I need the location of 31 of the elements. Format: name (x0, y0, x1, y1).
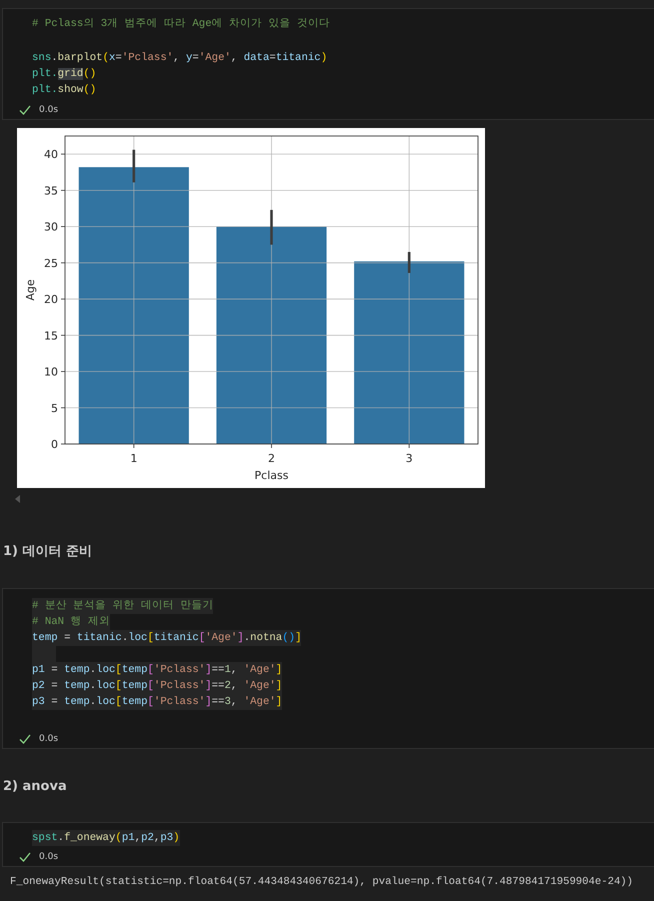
y-tick-label: 20 (44, 293, 58, 306)
x-tick-label: 3 (406, 452, 413, 465)
code-line: plt.grid() (32, 67, 96, 82)
y-tick-label: 40 (44, 148, 58, 162)
y-axis-title: Age (24, 279, 37, 301)
cell-output: F_onewayResult(statistic=np.float64(57.443484340676214), pvalue=np.float64(7.487984171959904e-24)) (9, 875, 634, 890)
code-line: # Pclass의 3개 범주에 따라 Age에 차이가 있을 것이다 (32, 17, 330, 32)
x-tick-label: 2 (268, 452, 275, 465)
error-bar (132, 150, 136, 182)
y-tick-label: 15 (44, 329, 58, 342)
error-bar (408, 252, 410, 273)
execution-time: 0.0s (39, 852, 58, 862)
section-heading: 1) 데이터 준비 (3, 543, 94, 561)
x-axis-title: Pclass (254, 469, 288, 482)
y-tick-label: 35 (44, 184, 58, 198)
section-heading: 2) anova (3, 778, 68, 796)
error-bar (270, 210, 273, 245)
code-cell[interactable]: spst.f_oneway(p1,p2,p3) 0.0s (2, 822, 654, 867)
y-tick-label: 5 (51, 402, 58, 415)
code-cell[interactable]: # Pclass의 3개 범주에 따라 Age에 차이가 있을 것이다 sns.barplot(x='Pclass', y='Age', data=titanic) plt.grid() plt.show() 0.0s (2, 8, 654, 120)
execution-time: 0.0s (39, 105, 58, 115)
y-tick-label: 25 (44, 256, 58, 270)
code-line: sns.barplot(x='Pclass', y='Age', data=titanic) (32, 51, 328, 66)
y-tick-label: 30 (44, 220, 58, 234)
y-tick-label: 0 (51, 438, 58, 451)
execution-time: 0.0s (39, 734, 58, 744)
scroll-left-icon[interactable] (15, 495, 21, 503)
code-cell[interactable]: # 분산 분석을 위한 데이터 만들기 # NaN 행 제외 temp = titanic.loc[titanic['Age'].notna()] p1 = temp.loc[temp['Pclass']==1, 'Age'] p2 = temp.loc[temp['Pclass']==2, 'Age'] p3 = temp.loc[temp['Pclass']==3, 'Age'] 0.0s (2, 588, 654, 749)
y-tick-label: 10 (44, 366, 58, 379)
x-tick-label: 1 (130, 452, 138, 465)
code-line: plt.show() (32, 83, 96, 98)
